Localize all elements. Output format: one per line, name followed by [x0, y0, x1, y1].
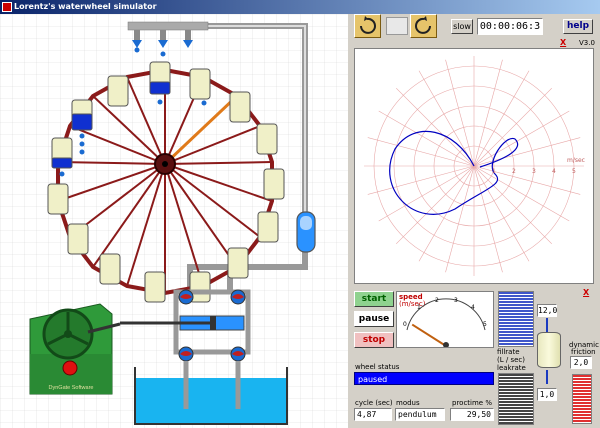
- timer-display: 00:00:06:3: [477, 18, 543, 35]
- slow-button[interactable]: slow: [451, 19, 473, 34]
- fillrate-bar: [498, 291, 534, 347]
- help-button[interactable]: help: [563, 19, 593, 34]
- speed-needle: [411, 323, 447, 347]
- modus-value: pendulum: [395, 408, 445, 421]
- polar-spoke: [473, 110, 570, 167]
- speed-tick-0: 0: [403, 321, 407, 328]
- rotate-cw-icon: [415, 16, 431, 34]
- start-button[interactable]: start: [354, 291, 394, 307]
- polar-spoke: [445, 59, 475, 167]
- close-plot-button[interactable]: X: [560, 38, 566, 47]
- simulation-canvas: DynGate Software: [0, 14, 348, 428]
- rotate-ccw-icon: [360, 16, 376, 34]
- polar-spoke: [367, 165, 475, 195]
- axis-label: m/sec: [567, 157, 585, 164]
- fillrate-label: fillrate: [497, 348, 520, 356]
- close-controls-button[interactable]: X: [583, 288, 589, 297]
- polar-spoke: [473, 165, 581, 195]
- speed-tick-2: 2: [435, 297, 439, 304]
- waterwheel-scene: DynGate Software: [0, 14, 348, 428]
- friction-label-2: friction: [571, 348, 596, 356]
- tick-3: 3: [532, 168, 536, 175]
- rotate-ccw-button[interactable]: [354, 14, 381, 38]
- speed-tick-4: 4: [471, 304, 475, 311]
- polar-spoke: [418, 70, 475, 167]
- window-titlebar: Lorentz's waterwheel simulator: [0, 0, 600, 14]
- tick-1: 1: [492, 168, 496, 175]
- rate-unit-label: (L / sec): [497, 356, 525, 364]
- app-icon: [2, 2, 12, 12]
- polar-spoke: [378, 110, 475, 167]
- leakrate-bar: [498, 373, 534, 425]
- logo-text: DynGate Software: [49, 385, 94, 391]
- speed-gauge: 0 1 2 3 4 5: [403, 297, 487, 347]
- proctime-label: proctime %: [452, 399, 492, 407]
- polar-spoke: [473, 165, 530, 262]
- cycle-value: 4,87: [354, 408, 392, 421]
- speed-tick-3: 3: [454, 297, 458, 304]
- leakrate-arrow: [546, 370, 548, 384]
- polar-spoke: [473, 165, 552, 244]
- modus-label: modus: [396, 399, 420, 407]
- window-title: Lorentz's waterwheel simulator: [14, 2, 157, 11]
- motor-housing: DynGate Software: [29, 303, 121, 395]
- leakrate-value[interactable]: 1,0: [537, 388, 557, 401]
- stop-button[interactable]: stop: [354, 332, 394, 348]
- polar-spoke: [378, 165, 475, 222]
- tick-2: 2: [512, 168, 516, 175]
- pause-button[interactable]: pause: [354, 311, 394, 327]
- tick-4: 4: [552, 168, 556, 175]
- leakrate-label: leakrate: [497, 364, 526, 372]
- wheel-status-label: wheel status: [355, 363, 400, 371]
- cylinder-icon: [537, 332, 561, 368]
- polar-spoke: [445, 165, 475, 273]
- phase-plot: 1 2 3 4 5 m/sec: [354, 48, 594, 284]
- direction-indicator: [386, 17, 408, 35]
- version-label: V3.0: [579, 39, 595, 47]
- cycle-label: cycle (sec): [355, 399, 393, 407]
- polar-spoke: [473, 88, 552, 167]
- fillrate-arrow: [546, 318, 548, 332]
- tick-5: 5: [572, 168, 576, 175]
- polar-spoke: [473, 165, 503, 273]
- fillrate-value[interactable]: 12,0: [537, 304, 557, 317]
- proctime-value: 29,50: [450, 408, 494, 421]
- polar-spoke: [396, 88, 475, 167]
- polar-chart: 1 2 3 4 5 m/sec: [364, 56, 585, 276]
- polar-spoke: [473, 70, 530, 167]
- friction-value[interactable]: 2,0: [570, 356, 592, 369]
- wheel-status-value: paused: [354, 372, 494, 385]
- speed-tick-5: 5: [483, 321, 487, 328]
- friction-bar: [572, 374, 592, 424]
- rotate-cw-button[interactable]: [410, 14, 437, 38]
- polar-spoke: [367, 137, 475, 167]
- speed-meter: speed (m/sec) 0 1 2 3 4 5: [396, 291, 494, 348]
- speed-tick-1: 1: [417, 304, 421, 311]
- polar-spoke: [473, 137, 581, 167]
- reservoir-tank: [296, 211, 316, 253]
